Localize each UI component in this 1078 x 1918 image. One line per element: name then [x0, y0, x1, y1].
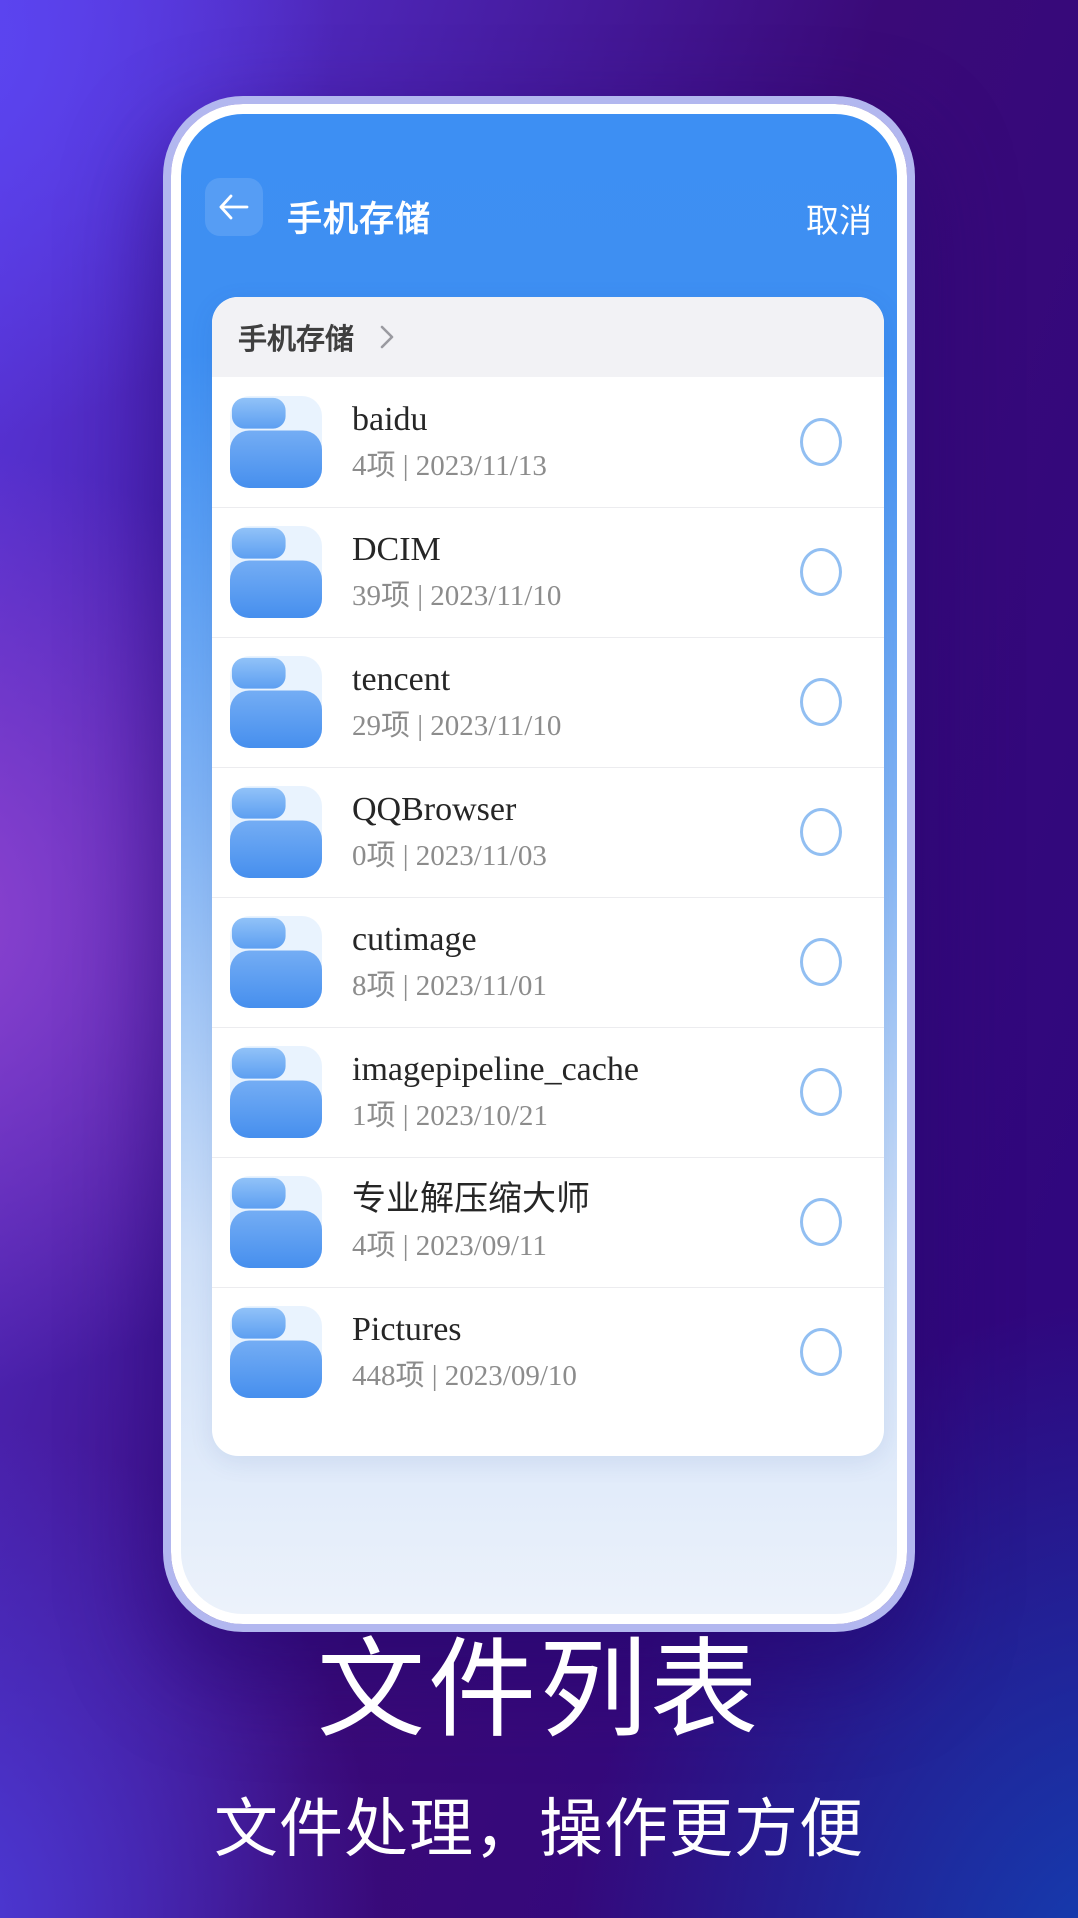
file-meta: 4项 | 2023/11/13 — [352, 451, 547, 481]
folder-icon — [230, 656, 322, 748]
back-button[interactable] — [205, 178, 263, 236]
caption-subtitle: 文件处理，操作更方便 — [0, 1794, 1078, 1864]
file-row[interactable]: baidu 4项 | 2023/11/13 — [212, 377, 884, 507]
file-name: QQBrowser — [352, 792, 547, 828]
breadcrumb[interactable]: 手机存储 — [212, 297, 884, 377]
cancel-button[interactable]: 取消 — [806, 194, 872, 242]
file-name: tencent — [352, 662, 561, 698]
select-checkbox[interactable] — [800, 1198, 842, 1246]
file-name: imagepipeline_cache — [352, 1052, 639, 1088]
phone-mockup: 手机存储 取消 手机存储 baidu 4项 | 2023/11/13 DCIM 39… — [171, 104, 907, 1624]
folder-icon — [230, 1306, 322, 1398]
file-meta: 1项 | 2023/10/21 — [352, 1101, 639, 1131]
file-name: Pictures — [352, 1312, 577, 1348]
file-name: baidu — [352, 402, 547, 438]
file-name: 专业解压缩大师 — [352, 1182, 590, 1218]
page-title: 手机存储 — [287, 191, 431, 242]
select-checkbox[interactable] — [800, 678, 842, 726]
select-checkbox[interactable] — [800, 808, 842, 856]
breadcrumb-label: 手机存储 — [238, 316, 354, 358]
select-checkbox[interactable] — [800, 1328, 842, 1376]
file-row[interactable]: Pictures 448项 | 2023/09/10 — [212, 1287, 884, 1417]
app-screen: 手机存储 取消 手机存储 baidu 4项 | 2023/11/13 DCIM 39… — [181, 114, 897, 1614]
file-name: cutimage — [352, 922, 547, 958]
file-meta: 39项 | 2023/11/10 — [352, 581, 561, 611]
file-meta: 448项 | 2023/09/10 — [352, 1361, 577, 1391]
select-checkbox[interactable] — [800, 1068, 842, 1116]
file-row[interactable]: DCIM 39项 | 2023/11/10 — [212, 507, 884, 637]
file-row[interactable]: cutimage 8项 | 2023/11/01 — [212, 897, 884, 1027]
chevron-right-icon — [378, 324, 396, 350]
file-meta: 4项 | 2023/09/11 — [352, 1231, 590, 1261]
folder-icon — [230, 786, 322, 878]
caption-title: 文件列表 — [0, 1628, 1078, 1752]
folder-icon — [230, 396, 322, 488]
folder-icon — [230, 916, 322, 1008]
folder-icon — [230, 1176, 322, 1268]
select-checkbox[interactable] — [800, 418, 842, 466]
folder-icon — [230, 1046, 322, 1138]
folder-icon — [230, 526, 322, 618]
file-meta: 0项 | 2023/11/03 — [352, 841, 547, 871]
back-arrow-icon — [217, 192, 251, 222]
file-meta: 29项 | 2023/11/10 — [352, 711, 561, 741]
select-checkbox[interactable] — [800, 938, 842, 986]
file-meta: 8项 | 2023/11/01 — [352, 971, 547, 1001]
select-checkbox[interactable] — [800, 548, 842, 596]
file-row[interactable]: 专业解压缩大师 4项 | 2023/09/11 — [212, 1157, 884, 1287]
file-row[interactable]: imagepipeline_cache 1项 | 2023/10/21 — [212, 1027, 884, 1157]
file-row[interactable]: tencent 29项 | 2023/11/10 — [212, 637, 884, 767]
file-row[interactable]: QQBrowser 0项 | 2023/11/03 — [212, 767, 884, 897]
file-name: DCIM — [352, 532, 561, 568]
file-list-card: 手机存储 baidu 4项 | 2023/11/13 DCIM 39项 | 2023… — [212, 297, 884, 1456]
